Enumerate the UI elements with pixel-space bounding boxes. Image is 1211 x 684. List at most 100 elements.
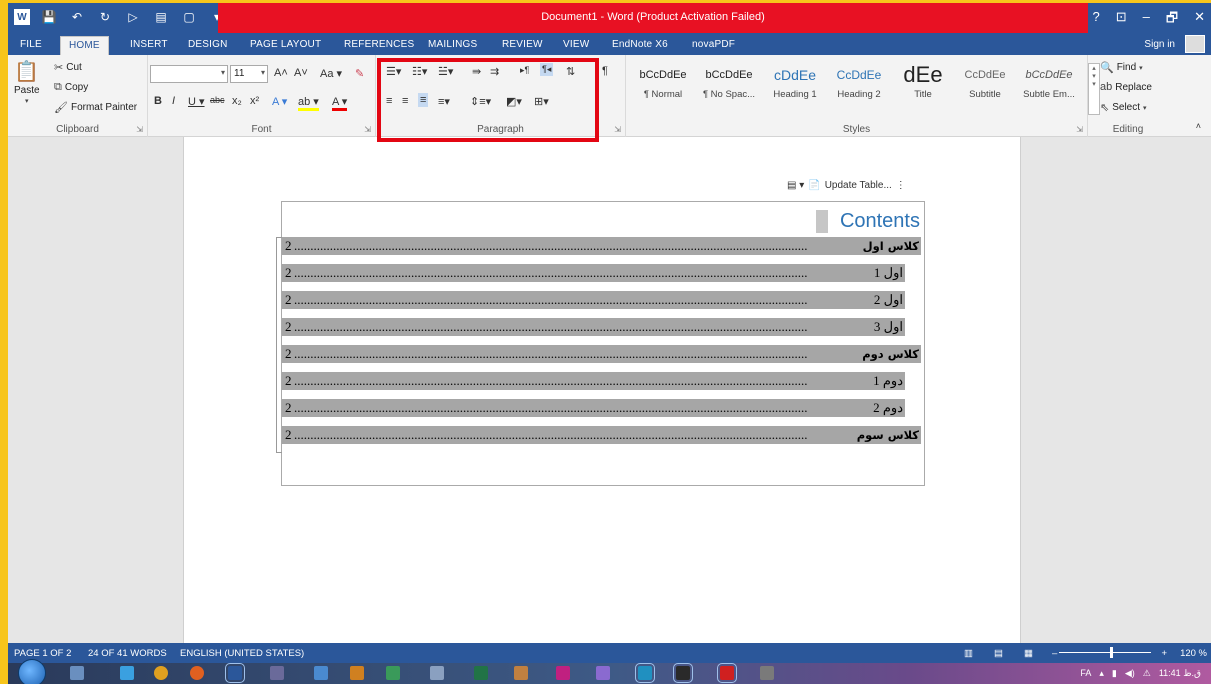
toc-row[interactable]: 2 ......................................… xyxy=(282,372,905,390)
show-formatting-marks-icon[interactable]: ¶ xyxy=(602,65,608,77)
help-icon[interactable]: ? xyxy=(1093,9,1100,31)
grow-font-icon[interactable]: A˄ xyxy=(274,67,288,79)
dialog-launcher-icon[interactable]: ⇲ xyxy=(614,125,621,134)
print-preview-icon[interactable]: ▷ xyxy=(124,9,142,25)
toc-row[interactable]: 2 ......................................… xyxy=(282,399,905,417)
toc-row[interactable]: 2 ......................................… xyxy=(282,237,921,255)
style-heading-2[interactable]: CcDdEe Heading 2 xyxy=(826,61,892,113)
word-count-status[interactable]: 24 OF 41 WORDS xyxy=(88,648,167,659)
minimize-icon[interactable]: – xyxy=(1143,9,1150,31)
app-taskbar-icon[interactable] xyxy=(514,666,528,680)
tab-insert[interactable]: INSERT xyxy=(122,36,176,55)
format-painter-button[interactable]: 🖌 Format Painter xyxy=(54,101,137,114)
warning-icon[interactable]: ⚠ xyxy=(1143,668,1151,679)
replace-button[interactable]: ab Replace xyxy=(1100,81,1152,93)
zoom-in-icon[interactable]: + xyxy=(1161,648,1167,659)
dialog-launcher-icon[interactable]: ⇲ xyxy=(136,125,143,134)
collapse-ribbon-icon[interactable]: ˄ xyxy=(1196,121,1201,131)
toc-row[interactable]: 2 ......................................… xyxy=(282,264,905,282)
tab-home[interactable]: HOME xyxy=(60,36,109,55)
cut-button[interactable]: ✂ Cut xyxy=(54,61,82,74)
word-logo-icon[interactable]: W xyxy=(14,9,30,25)
close-icon[interactable]: ✕ xyxy=(1194,9,1205,31)
app-taskbar-icon[interactable] xyxy=(350,666,364,680)
app-taskbar-icon[interactable] xyxy=(386,666,400,680)
language-indicator[interactable]: FA xyxy=(1080,668,1091,679)
excel-taskbar-icon[interactable] xyxy=(474,666,488,680)
toc-row[interactable]: 2 ......................................… xyxy=(282,318,905,336)
bold-icon[interactable]: B xyxy=(154,95,162,107)
avatar[interactable] xyxy=(1185,35,1205,53)
shrink-font-icon[interactable]: A˅ xyxy=(294,67,308,79)
find-button[interactable]: 🔍 Find ▾ xyxy=(1100,61,1143,74)
update-table-icon[interactable]: 📄 xyxy=(808,180,820,191)
page-count-status[interactable]: PAGE 1 OF 2 xyxy=(14,648,71,659)
language-status[interactable]: ENGLISH (UNITED STATES) xyxy=(180,648,304,659)
sign-in-link[interactable]: Sign in xyxy=(1144,39,1175,50)
print-layout-icon[interactable]: ▤ xyxy=(994,648,1003,659)
powerpoint-taskbar-icon[interactable] xyxy=(556,666,570,680)
read-mode-icon[interactable]: ▥ xyxy=(964,648,973,659)
copy-button[interactable]: ⧉ Copy xyxy=(54,81,88,94)
new-document-icon[interactable]: ▤ xyxy=(152,9,170,25)
toc-options-icon[interactable]: ▤ ▾ xyxy=(787,180,804,191)
ribbon-display-options-icon[interactable]: ⊡ xyxy=(1116,9,1127,31)
network-icon[interactable]: ▮ xyxy=(1112,668,1117,679)
subscript-icon[interactable]: x₂ xyxy=(232,95,242,107)
open-icon[interactable]: ▢ xyxy=(180,9,198,25)
italic-icon[interactable]: I xyxy=(172,95,175,107)
app-taskbar-icon[interactable] xyxy=(430,666,444,680)
clock[interactable]: 11:41 ق.ظ xyxy=(1159,668,1201,679)
firefox-taskbar-icon[interactable] xyxy=(190,666,204,680)
app-taskbar-icon[interactable] xyxy=(635,663,655,683)
superscript-icon[interactable]: x² xyxy=(250,95,259,107)
app-taskbar-icon[interactable] xyxy=(760,666,774,680)
style-heading-1[interactable]: cDdEe Heading 1 xyxy=(762,61,828,113)
dialog-launcher-icon[interactable]: ⇲ xyxy=(364,125,371,134)
web-layout-icon[interactable]: ▦ xyxy=(1024,648,1033,659)
highlight-color-icon[interactable]: ab ▾ xyxy=(298,95,319,111)
tab-mailings[interactable]: MAILINGS xyxy=(420,36,485,55)
font-size-combo[interactable]: 11 ▾ xyxy=(230,65,268,83)
zoom-out-icon[interactable]: – xyxy=(1052,648,1057,659)
tab-design[interactable]: DESIGN xyxy=(180,36,236,55)
toc-row[interactable]: 2 ......................................… xyxy=(282,426,921,444)
tab-file[interactable]: FILE xyxy=(12,36,50,55)
font-color-icon[interactable]: A ▾ xyxy=(332,95,348,111)
undo-icon[interactable]: ↶ xyxy=(68,9,86,25)
start-button[interactable] xyxy=(18,659,46,684)
style-no-spacing[interactable]: bCcDdEe ¶ No Spac... xyxy=(696,61,762,113)
save-icon[interactable]: 💾 xyxy=(40,9,58,25)
tab-novapdf[interactable]: novaPDF xyxy=(684,36,743,55)
app-taskbar-icon[interactable] xyxy=(596,666,610,680)
app-taskbar-icon[interactable] xyxy=(673,663,693,683)
redo-icon[interactable]: ↻ xyxy=(96,9,114,25)
drag-handle-icon[interactable]: ⋮ xyxy=(896,180,906,191)
clear-formatting-icon[interactable]: ✎ xyxy=(355,67,364,80)
select-button[interactable]: ⇖ Select ▾ xyxy=(1100,101,1147,114)
font-family-combo[interactable]: ▾ xyxy=(150,65,228,83)
tab-view[interactable]: VIEW xyxy=(555,36,597,55)
update-table-button[interactable]: Update Table... xyxy=(825,180,892,191)
volume-icon[interactable]: ◀) xyxy=(1125,668,1135,679)
style-normal[interactable]: bCcDdEe ¶ Normal xyxy=(630,61,696,113)
explorer-taskbar-icon[interactable] xyxy=(70,666,84,680)
toc-row[interactable]: 2 ......................................… xyxy=(282,291,905,309)
strikethrough-icon[interactable]: abc xyxy=(210,95,225,105)
tab-endnote[interactable]: EndNote X6 xyxy=(604,36,676,55)
style-subtle-emphasis[interactable]: bCcDdEe Subtle Em... xyxy=(1016,61,1082,113)
ie-taskbar-icon[interactable] xyxy=(120,666,134,680)
paste-button[interactable]: 📋 Paste ▾ xyxy=(14,59,40,105)
zoom-level[interactable]: 120 % xyxy=(1180,648,1207,659)
zoom-slider[interactable] xyxy=(1059,652,1151,653)
dialog-launcher-icon[interactable]: ⇲ xyxy=(1076,125,1083,134)
tab-page-layout[interactable]: PAGE LAYOUT xyxy=(242,36,329,55)
acrobat-taskbar-icon[interactable] xyxy=(717,663,737,683)
style-title[interactable]: dEe Title xyxy=(890,61,956,113)
tab-review[interactable]: REVIEW xyxy=(494,36,551,55)
change-case-button[interactable]: Aa ▾ xyxy=(320,67,342,80)
restore-icon[interactable]: 🗗 xyxy=(1166,9,1178,31)
tray-expand-icon[interactable]: ▴ xyxy=(1099,668,1104,679)
text-effects-icon[interactable]: A ▾ xyxy=(272,95,287,108)
underline-icon[interactable]: U ▾ xyxy=(188,95,205,108)
